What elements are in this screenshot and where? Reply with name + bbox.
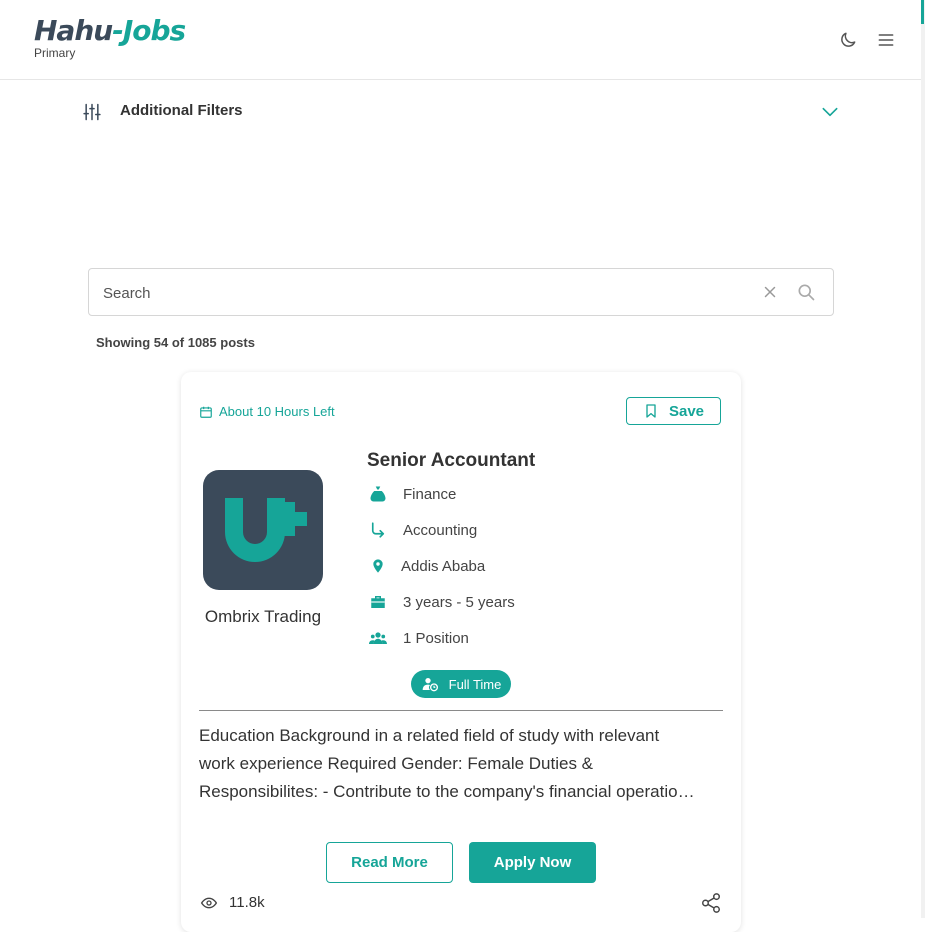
users-icon — [367, 627, 389, 649]
job-description: Education Background in a related field … — [199, 726, 696, 801]
save-button[interactable]: Save — [626, 397, 721, 425]
job-category: Finance — [367, 482, 456, 506]
job-title[interactable]: Senior Accountant — [367, 450, 535, 472]
sliders-icon — [83, 103, 101, 121]
site-logo[interactable]: Hahu-Jobs Primary — [34, 14, 186, 61]
bookmark-icon — [646, 404, 656, 418]
deadline-text: About 10 Hours Left — [219, 404, 335, 419]
close-icon[interactable] — [761, 283, 779, 301]
job-experience: 3 years - 5 years — [367, 590, 515, 614]
chevron-down-icon[interactable] — [820, 102, 840, 122]
additional-filters-toggle[interactable]: Additional Filters — [82, 98, 840, 126]
logo-wordmark: Hahu-Jobs — [34, 14, 186, 47]
job-subcategory: Accounting — [367, 518, 477, 542]
company-name[interactable]: Ombrix Trading — [181, 607, 345, 627]
employment-type-badge: Full Time — [411, 670, 511, 698]
save-label: Save — [668, 402, 705, 420]
search-bar — [88, 268, 834, 316]
briefcase-icon — [367, 591, 389, 613]
hamburger-menu-icon[interactable] — [876, 30, 896, 50]
calendar-icon — [200, 406, 212, 418]
job-positions: 1 Position — [367, 626, 469, 650]
arrow-turn-right-icon — [367, 519, 389, 541]
apply-now-button[interactable]: Apply Now — [469, 842, 596, 883]
job-location: Addis Ababa — [367, 554, 485, 578]
user-clock-icon — [422, 678, 438, 692]
filters-label: Additional Filters — [120, 102, 243, 119]
divider — [199, 710, 723, 711]
view-count: 11.8k — [199, 894, 265, 911]
location-pin-icon — [367, 555, 389, 577]
top-navbar: Hahu-Jobs Primary — [0, 0, 921, 80]
money-bag-icon — [367, 483, 389, 505]
results-count: Showing 54 of 1085 posts — [96, 335, 255, 350]
logo-subtitle: Primary — [34, 46, 76, 60]
scrollbar[interactable] — [921, 0, 925, 918]
eye-icon — [200, 897, 218, 908]
moon-icon[interactable] — [838, 30, 858, 50]
company-logo[interactable] — [203, 470, 323, 590]
read-more-button[interactable]: Read More — [326, 842, 453, 883]
share-icon[interactable] — [700, 892, 722, 914]
search-icon[interactable] — [796, 282, 816, 302]
job-card: About 10 Hours Left Save Ombrix Trading … — [181, 372, 741, 932]
deadline: About 10 Hours Left — [199, 404, 335, 419]
company-logo-mark — [225, 498, 307, 562]
search-input[interactable] — [101, 281, 725, 305]
